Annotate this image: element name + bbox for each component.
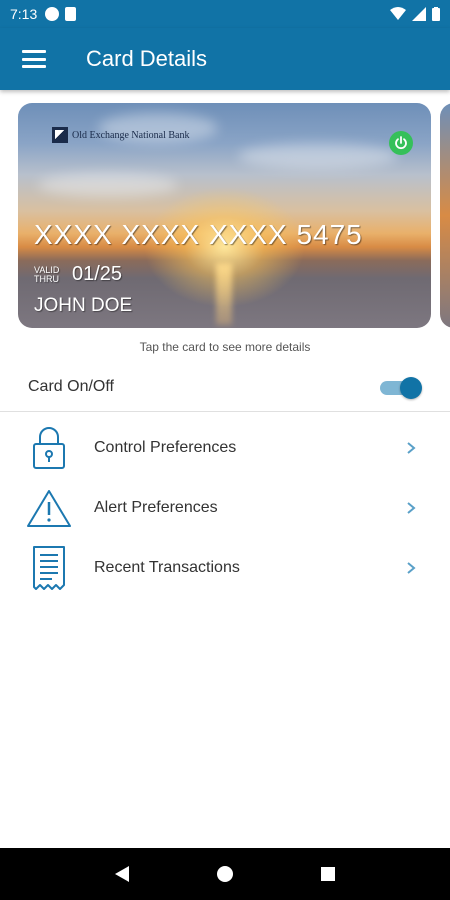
bank-name: Old Exchange National Bank	[72, 129, 190, 141]
status-icons	[390, 7, 440, 21]
credit-card[interactable]: Old Exchange National Bank XXXX XXXX XXX…	[18, 103, 431, 328]
bank-logo: Old Exchange National Bank	[52, 127, 189, 143]
menu-item-recent-transactions[interactable]: Recent Transactions	[0, 538, 450, 598]
chevron-right-icon	[407, 562, 416, 574]
card-menu-list: Control Preferences Alert Preferences Re…	[0, 418, 450, 598]
next-card-preview[interactable]	[440, 103, 450, 328]
home-icon[interactable]	[210, 859, 240, 889]
battery-icon	[432, 7, 440, 21]
chevron-right-icon	[407, 442, 416, 454]
system-nav-bar	[0, 848, 450, 900]
card-toggle-row: Card On/Off	[0, 362, 450, 412]
menu-item-label: Alert Preferences	[94, 499, 218, 516]
back-icon[interactable]	[107, 859, 137, 889]
hamburger-menu-icon[interactable]	[22, 50, 46, 68]
card-number: XXXX XXXX XXXX 5475	[34, 219, 363, 250]
status-bar: 7:13	[0, 0, 450, 28]
signal-icon	[412, 7, 426, 21]
chevron-right-icon	[407, 502, 416, 514]
bank-logo-mark	[52, 127, 68, 143]
app-bar: Card Details	[0, 28, 450, 90]
lock-icon	[26, 425, 72, 471]
expiry-date: 01/25	[72, 263, 123, 285]
warning-icon	[26, 485, 72, 531]
card-background-cloud	[238, 143, 398, 169]
receipt-icon	[26, 545, 72, 591]
status-time: 7:13	[10, 6, 38, 22]
recents-icon[interactable]	[313, 859, 343, 889]
switch-thumb	[400, 376, 422, 399]
valid-thru-label: VALID THRU	[34, 265, 66, 284]
menu-item-control-preferences[interactable]: Control Preferences	[0, 418, 450, 478]
card-sun-reflection	[216, 263, 232, 325]
app-notification-icon	[45, 7, 60, 21]
menu-item-label: Control Preferences	[94, 439, 237, 456]
sd-card-icon	[65, 7, 77, 21]
menu-item-label: Recent Transactions	[94, 559, 240, 576]
thru-label-line: THRU	[34, 273, 59, 284]
card-toggle-label: Card On/Off	[28, 377, 114, 395]
card-power-button[interactable]	[389, 131, 413, 155]
card-on-off-switch[interactable]	[380, 376, 422, 399]
power-icon	[395, 136, 407, 150]
card-holder-name: JOHN DOE	[34, 295, 133, 316]
menu-item-alert-preferences[interactable]: Alert Preferences	[0, 478, 450, 538]
card-background-cloud	[38, 173, 178, 197]
card-expiry: VALID THRU 01/25	[34, 263, 122, 286]
card-hint-text: Tap the card to see more details	[139, 340, 311, 354]
page-title: Card Details	[86, 46, 208, 71]
wifi-icon	[390, 7, 406, 20]
